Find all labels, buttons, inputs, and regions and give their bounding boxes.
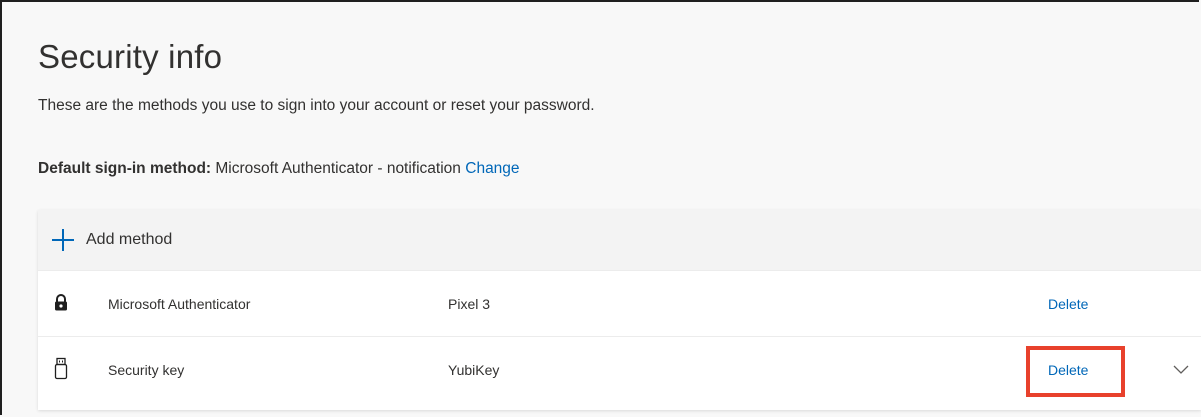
screenshot-border	[0, 0, 1199, 415]
